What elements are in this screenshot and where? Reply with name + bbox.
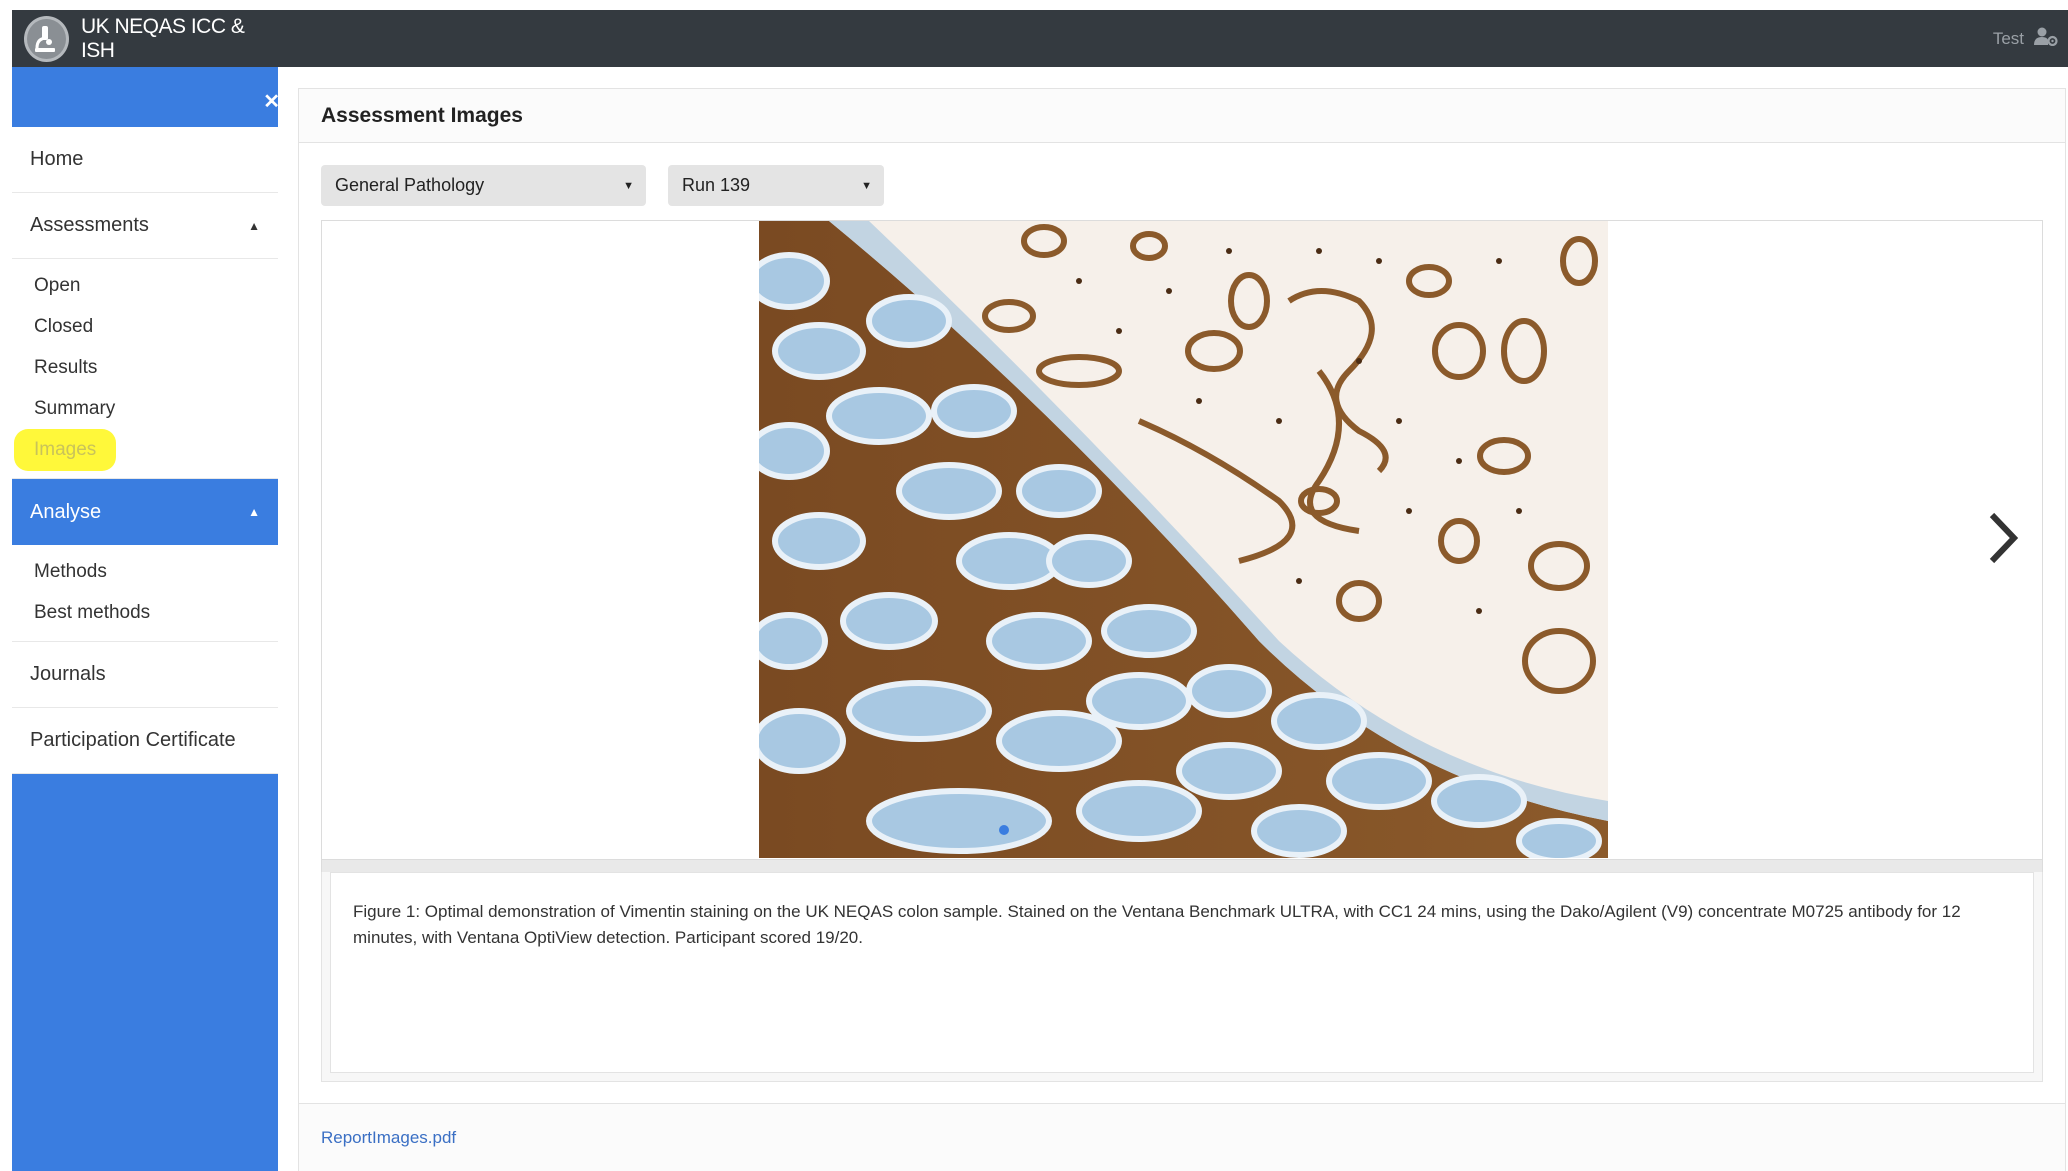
sidebar-item-closed[interactable]: Closed (12, 306, 278, 347)
sidebar-item-summary[interactable]: Summary (12, 388, 278, 429)
sidebar-item-label: Participation Certificate (30, 729, 236, 751)
sidebar-toggle[interactable]: ✕ (12, 75, 280, 127)
sidebar-item-label: Results (34, 356, 98, 378)
user-menu[interactable]: Test (1993, 10, 2058, 67)
sidebar-item-label: Summary (34, 397, 116, 419)
sidebar-item-label: Images (14, 428, 117, 471)
caption-panel: Figure 1: Optimal demonstration of Vimen… (321, 872, 2043, 1082)
histology-slide-image (759, 221, 1608, 858)
carousel-indicator-bar (321, 860, 2043, 872)
sidebar-item-images[interactable]: Images (12, 428, 278, 471)
top-navbar: UK NEQAS ICC & ISH Test (12, 10, 2068, 67)
sidebar-item-label: Open (34, 274, 81, 296)
figure-caption: Figure 1: Optimal demonstration of Vimen… (330, 872, 2034, 1073)
main-content: Assessment Images General Pathology ▼ Ru… (298, 88, 2068, 1171)
sidebar-item-analyse[interactable]: Analyse ▲ (12, 479, 278, 545)
sidebar: ✕ Home Assessments ▲ Open Closed Results… (12, 67, 280, 1171)
sidebar-item-best-methods[interactable]: Best methods (12, 592, 278, 633)
module-select-value: General Pathology (335, 175, 485, 195)
assessment-images-card: Assessment Images General Pathology ▼ Ru… (298, 88, 2066, 1171)
sidebar-item-label: Home (30, 148, 84, 170)
sidebar-item-label: Closed (34, 315, 94, 337)
image-carousel (321, 220, 2043, 860)
report-pdf-link[interactable]: ReportImages.pdf (321, 1128, 456, 1148)
sidebar-item-methods[interactable]: Methods (12, 551, 278, 592)
app-title: UK NEQAS ICC & ISH (80, 14, 245, 62)
sidebar-item-journals[interactable]: Journals (12, 642, 278, 708)
sidebar-item-label: Best methods (34, 601, 151, 623)
sidebar-item-label: Journals (30, 663, 106, 685)
chevron-right-icon[interactable] (1988, 511, 2020, 570)
module-select[interactable]: General Pathology ▼ (321, 165, 646, 206)
sidebar-item-label: Analyse (30, 500, 102, 523)
run-select[interactable]: Run 139 ▼ (668, 165, 884, 206)
sidebar-item-open[interactable]: Open (12, 265, 278, 306)
page-title: Assessment Images (299, 89, 2065, 143)
sidebar-item-home[interactable]: Home (12, 127, 278, 193)
caret-down-icon: ▼ (623, 179, 634, 192)
sidebar-item-label: Methods (34, 560, 107, 582)
user-settings-icon (2024, 26, 2058, 51)
microscope-logo-icon (24, 15, 69, 62)
run-select-value: Run 139 (682, 175, 751, 195)
assessments-submenu: Open Closed Results Summary Images (12, 259, 278, 479)
sidebar-item-label: Assessments (30, 214, 149, 236)
brand[interactable]: UK NEQAS ICC & ISH (12, 10, 278, 67)
user-name: Test (1992, 28, 2024, 48)
sidebar-item-results[interactable]: Results (12, 347, 278, 388)
caret-up-icon: ▲ (248, 505, 260, 519)
sidebar-item-certificate[interactable]: Participation Certificate (12, 708, 278, 774)
card-footer: ReportImages.pdf (299, 1103, 2065, 1171)
filter-controls: General Pathology ▼ Run 139 ▼ (321, 165, 884, 206)
caret-down-icon: ▼ (861, 179, 872, 192)
sidebar-menu: Home Assessments ▲ Open Closed Results S… (12, 127, 278, 774)
analyse-submenu: Methods Best methods (12, 545, 278, 642)
sidebar-item-assessments[interactable]: Assessments ▲ (12, 193, 278, 259)
close-icon[interactable]: ✕ (263, 89, 280, 114)
caret-up-icon: ▲ (248, 218, 260, 233)
